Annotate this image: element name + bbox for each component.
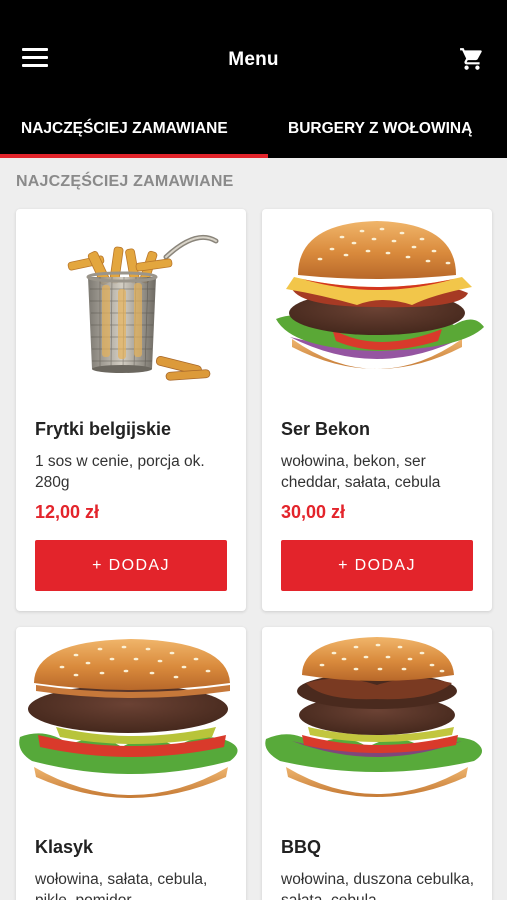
top-bar: Menu [0,30,507,90]
product-description: 1 sos w cenie, porcja ok. 280g [35,453,205,491]
product-price: 12,00 zł [35,502,100,522]
tab-najczesciej-zamawiane[interactable]: NAJCZĘŚCIEJ ZAMAWIANE [0,100,268,158]
product-name: Frytki belgijskie [35,419,172,439]
add-to-cart-button[interactable]: + DODAJ [35,540,227,591]
page-title: Menu [228,49,279,70]
product-card[interactable]: Ser Bekon wołowina, bekon, ser cheddar, … [262,209,492,611]
add-to-cart-button[interactable]: + DODAJ [281,540,473,591]
product-card[interactable]: Klasyk wołowina, sałata, cebula, pikle, … [16,627,246,900]
section-title: NAJCZĘŚCIEJ ZAMAWIANE [16,173,234,190]
product-description: wołowina, duszona cebulka, sałata, cebul… [281,871,475,900]
product-name: Ser Bekon [281,419,371,439]
product-name: Klasyk [35,837,94,857]
product-name: BBQ [281,837,321,857]
product-card[interactable]: Frytki belgijskie 1 sos w cenie, porcja … [16,209,246,611]
app-bar: Menu NAJCZĘŚCIEJ ZAMAWIANE BURGERY Z WOŁ… [0,0,507,158]
classic-burger-image [19,639,238,798]
product-card[interactable]: BBQ wołowina, duszona cebulka, sałata, c… [262,627,492,900]
tab-burgery-z-wolowina[interactable]: BURGERY Z WOŁOWINĄ [268,100,472,158]
bbq-burger-image [265,637,482,797]
category-tabs: NAJCZĘŚCIEJ ZAMAWIANE BURGERY Z WOŁOWINĄ [0,100,507,158]
fries-basket-image [67,235,219,381]
bacon-cheeseburger-image [276,221,484,369]
shopping-cart-icon[interactable] [459,46,485,72]
hamburger-menu-icon[interactable] [22,48,48,70]
product-price: 30,00 zł [281,502,346,522]
product-description: wołowina, sałata, cebula, pikle, pomidor [35,871,208,900]
product-description: wołowina, bekon, ser cheddar, sałata, ce… [281,453,441,491]
